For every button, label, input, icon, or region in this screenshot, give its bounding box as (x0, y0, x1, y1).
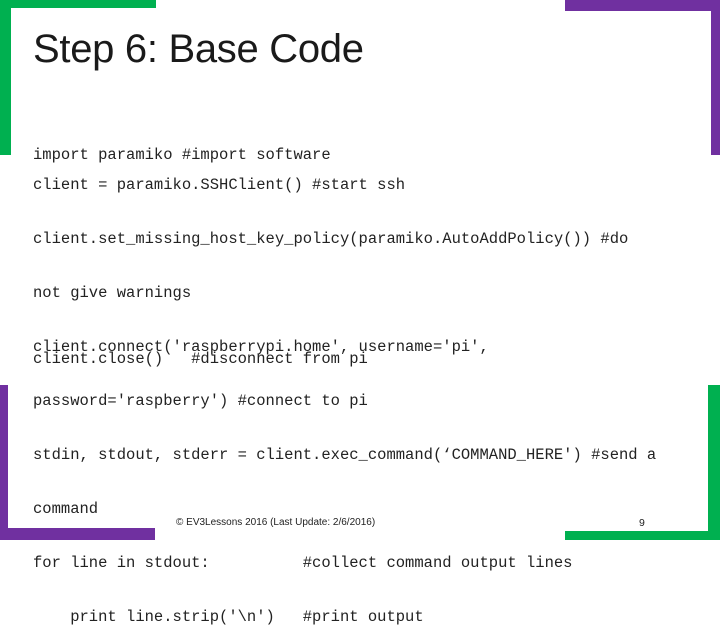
code-line: command (33, 500, 99, 518)
code-block-main: client = paramiko.SSHClient() #start ssh… (33, 140, 656, 644)
slide-title: Step 6: Base Code (33, 27, 364, 71)
slide-footer: © EV3Lessons 2016 (Last Update: 2/6/2016… (176, 517, 376, 528)
code-line: print line.strip('\n') #print output (33, 608, 424, 626)
code-line: stdin, stdout, stderr = client.exec_comm… (33, 446, 657, 464)
top-left-accent-bar-vertical (0, 0, 11, 155)
bottom-left-accent-bar-vertical (0, 385, 8, 540)
code-line: client.set_missing_host_key_policy(param… (33, 230, 629, 248)
bottom-right-accent-bar-vertical (708, 385, 720, 540)
top-left-accent-bar-horizontal (0, 0, 156, 8)
top-right-accent-bar-vertical (711, 0, 720, 155)
code-line: client = paramiko.SSHClient() #start ssh (33, 176, 406, 194)
top-right-accent-bar-horizontal (565, 0, 720, 11)
code-line: for line in stdout: #collect command out… (33, 554, 573, 572)
code-line: password='raspberry') #connect to pi (33, 392, 368, 410)
page-number: 9 (639, 517, 645, 529)
code-block-close: client.close() #disconnect from pi (33, 314, 368, 386)
code-line: not give warnings (33, 284, 192, 302)
code-line: client.close() #disconnect from pi (33, 350, 368, 368)
